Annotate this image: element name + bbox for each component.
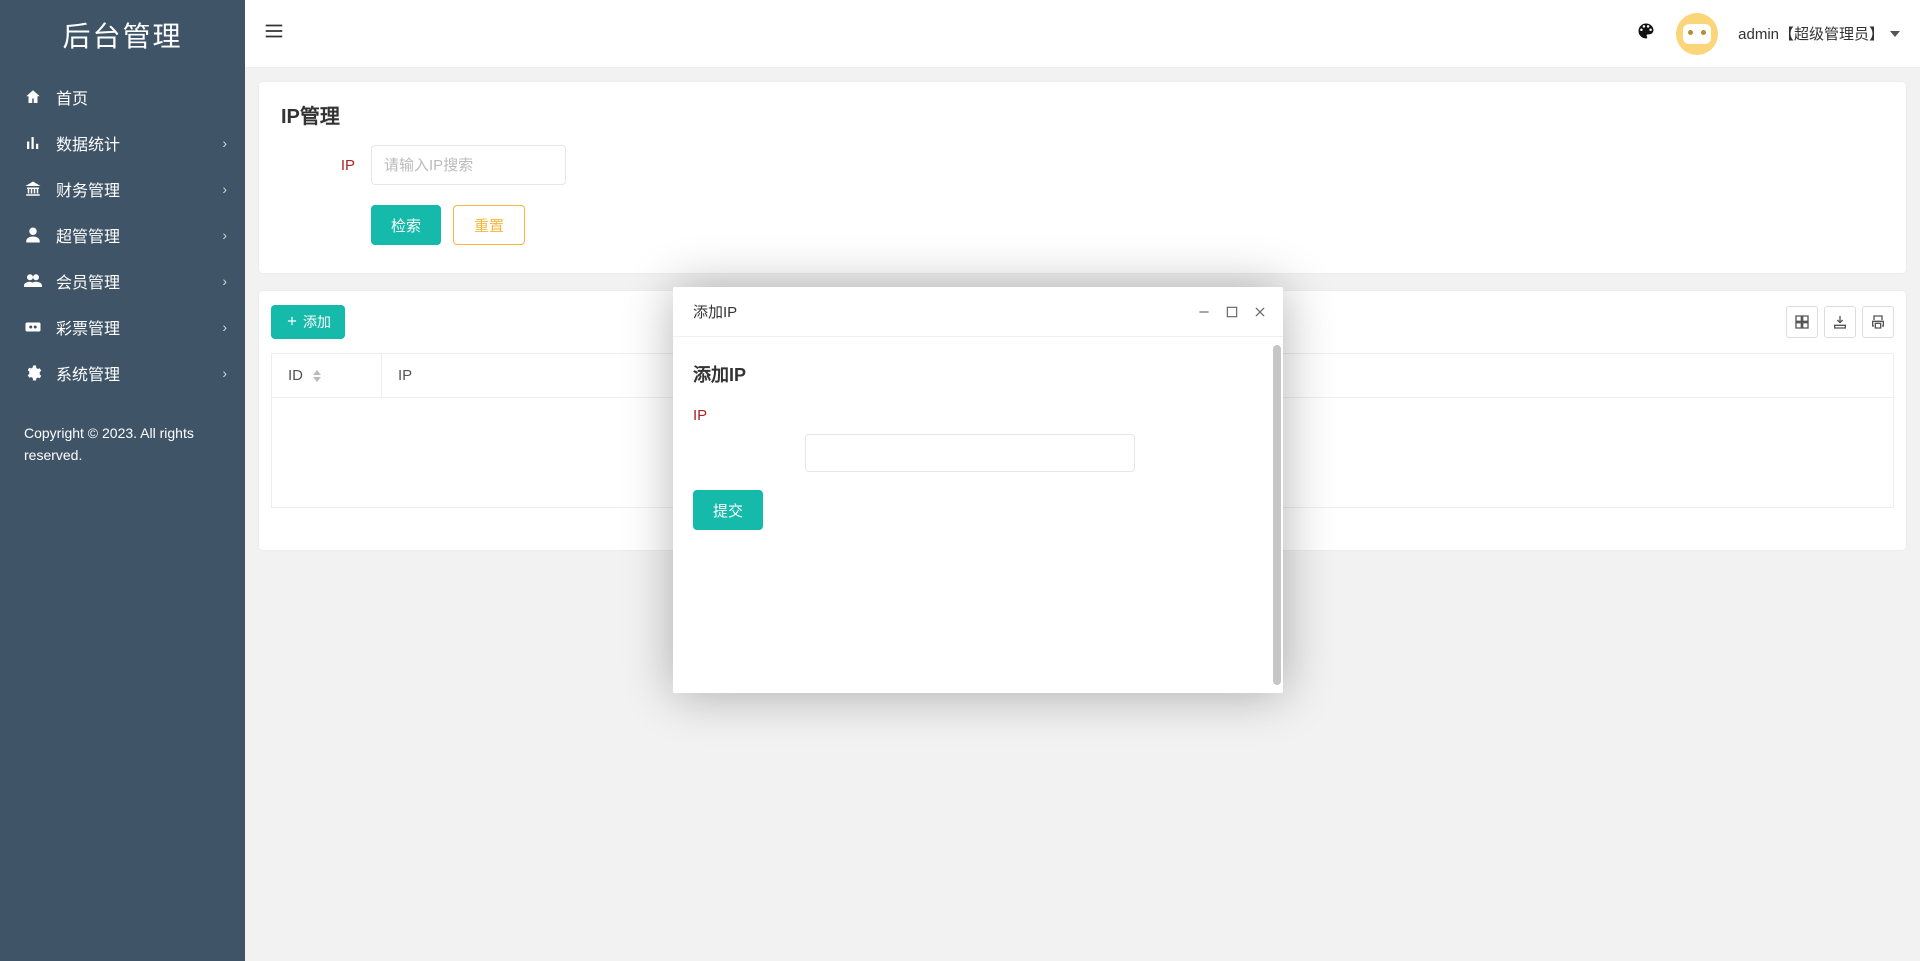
avatar[interactable]: [1676, 13, 1718, 55]
sidebar-item-label: 超管管理: [56, 223, 120, 247]
bank-icon: [22, 180, 44, 198]
add-button-label: 添加: [303, 312, 331, 332]
chevron-right-icon: ›: [222, 181, 227, 197]
dialog-titlebar[interactable]: 添加IP: [673, 287, 1283, 337]
dialog-title: 添加IP: [693, 301, 737, 322]
user-icon: [22, 226, 44, 244]
chart-icon: [22, 134, 44, 152]
username-label: admin【超级管理员】: [1738, 23, 1884, 44]
chevron-right-icon: ›: [222, 227, 227, 243]
sidebar-item-label: 系统管理: [56, 361, 120, 385]
column-id[interactable]: ID: [272, 354, 382, 398]
add-button[interactable]: 添加: [271, 305, 345, 339]
users-icon: [22, 272, 44, 290]
caret-down-icon: [1890, 31, 1900, 37]
topbar: admin【超级管理员】: [245, 0, 1920, 68]
sidebar-item-label: 会员管理: [56, 269, 120, 293]
sidebar-item-members[interactable]: 会员管理 ›: [0, 258, 245, 304]
sidebar-item-superadmin[interactable]: 超管管理 ›: [0, 212, 245, 258]
search-ip-input[interactable]: [371, 145, 566, 185]
brand-title: 后台管理: [0, 0, 245, 70]
sidebar-copyright: Copyright © 2023. All rights reserved.: [0, 396, 245, 493]
sidebar-item-stats[interactable]: 数据统计 ›: [0, 120, 245, 166]
ticket-icon: [22, 318, 44, 336]
dialog-submit-button[interactable]: 提交: [693, 490, 763, 530]
sidebar-item-system[interactable]: 系统管理 ›: [0, 350, 245, 396]
sidebar-item-home[interactable]: 首页: [0, 74, 245, 120]
dialog-form-title: 添加IP: [687, 347, 1269, 403]
search-button[interactable]: 检索: [371, 205, 441, 245]
chevron-right-icon: ›: [222, 135, 227, 151]
close-button[interactable]: [1253, 305, 1267, 319]
add-ip-dialog: 添加IP 添加IP IP 提交: [673, 287, 1283, 693]
chevron-right-icon: ›: [222, 273, 227, 289]
maximize-button[interactable]: [1225, 305, 1239, 319]
theme-button[interactable]: [1636, 21, 1656, 46]
user-menu[interactable]: admin【超级管理员】: [1738, 23, 1900, 44]
sidebar-item-finance[interactable]: 财务管理 ›: [0, 166, 245, 212]
export-button[interactable]: [1824, 306, 1856, 338]
sidebar-item-lottery[interactable]: 彩票管理 ›: [0, 304, 245, 350]
scrollbar[interactable]: [1273, 345, 1281, 685]
sort-icon[interactable]: [313, 370, 321, 382]
search-ip-label: IP: [281, 157, 371, 174]
page-title: IP管理: [259, 82, 1906, 139]
plus-icon: [285, 314, 299, 331]
sidebar-item-label: 数据统计: [56, 131, 120, 155]
minimize-button[interactable]: [1197, 305, 1211, 319]
columns-button[interactable]: [1786, 306, 1818, 338]
column-id-label: ID: [288, 367, 303, 384]
reset-button[interactable]: 重置: [453, 205, 525, 245]
sidebar-item-label: 财务管理: [56, 177, 120, 201]
gear-icon: [22, 364, 44, 382]
home-icon: [22, 88, 44, 106]
sidebar-toggle-button[interactable]: [263, 20, 285, 47]
dialog-ip-label: IP: [687, 403, 1269, 434]
sidebar-item-label: 首页: [56, 85, 88, 109]
sidebar-nav: 首页 数据统计 › 财务管理 › 超管管理 ›: [0, 70, 245, 396]
sidebar-item-label: 彩票管理: [56, 315, 120, 339]
chevron-right-icon: ›: [222, 365, 227, 381]
chevron-right-icon: ›: [222, 319, 227, 335]
dialog-ip-input[interactable]: [805, 434, 1135, 472]
column-ip-label: IP: [398, 367, 412, 384]
sidebar: 后台管理 首页 数据统计 › 财务管理 › 超管管理: [0, 0, 245, 961]
search-card: IP管理 IP 检索 重置: [259, 82, 1906, 273]
print-button[interactable]: [1862, 306, 1894, 338]
